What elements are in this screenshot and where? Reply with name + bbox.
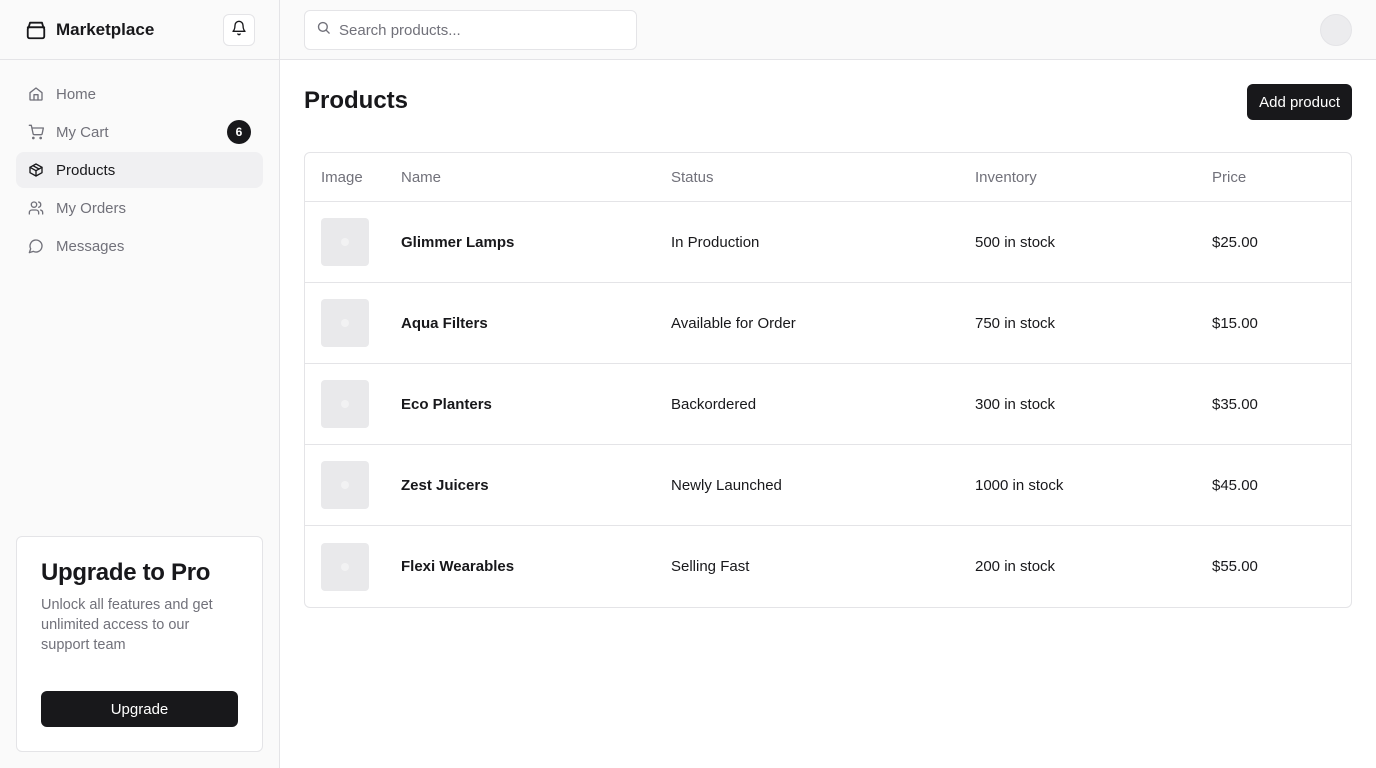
product-status: Selling Fast <box>671 558 750 575</box>
product-price: $55.00 <box>1212 558 1258 575</box>
image-placeholder-icon <box>341 319 349 327</box>
product-status: Backordered <box>671 395 757 413</box>
sidebar-item-home[interactable]: Home <box>16 76 263 112</box>
sidebar-item-label: Messages <box>56 237 125 255</box>
search-input[interactable] <box>339 21 619 39</box>
page-title: Products <box>304 87 409 114</box>
notifications-button[interactable] <box>223 14 255 46</box>
upgrade-button[interactable]: Upgrade <box>41 691 238 727</box>
package-icon <box>25 19 47 41</box>
image-placeholder-icon <box>341 238 349 246</box>
product-name: Flexi Wearables <box>401 558 515 575</box>
sidebar-item-label: Products <box>56 161 116 179</box>
add-product-button[interactable]: Add product <box>1247 84 1352 120</box>
product-inventory: 750 in stock <box>975 314 1056 332</box>
sidebar-item-products[interactable]: Products <box>16 152 263 188</box>
table-row[interactable]: Aqua Filters Available for Order 750 in … <box>305 283 1351 364</box>
brand-bar: Marketplace <box>0 0 279 60</box>
product-status: In Production <box>671 233 760 251</box>
upgrade-description: Unlock all features and get unlimited ac… <box>41 597 213 653</box>
column-header-status: Status <box>671 168 714 186</box>
bell-icon <box>231 20 247 41</box>
table-header: Image Name Status Inventory Price <box>305 153 1351 202</box>
product-name: Zest Juicers <box>401 476 489 494</box>
products-table: Image Name Status Inventory Price Glimme… <box>304 152 1352 608</box>
product-image <box>321 299 369 347</box>
sidebar-item-my-cart[interactable]: My Cart 6 <box>16 114 263 150</box>
product-status: Available for Order <box>671 314 796 332</box>
product-price: $15.00 <box>1212 314 1258 332</box>
column-header-name: Name <box>401 168 442 186</box>
column-header-image: Image <box>321 168 363 186</box>
product-image <box>321 542 369 591</box>
sidebar-item-messages[interactable]: Messages <box>16 228 263 264</box>
sidebar-nav: Home My Cart 6 Products My Orders Messag… <box>0 60 279 264</box>
search-box[interactable] <box>304 10 637 50</box>
users-icon <box>28 200 44 216</box>
sidebar-item-my-orders[interactable]: My Orders <box>16 190 263 226</box>
product-inventory: 300 in stock <box>975 395 1056 413</box>
table-row[interactable]: Glimmer Lamps In Production 500 in stock… <box>305 202 1351 283</box>
sidebar-item-label: My Orders <box>56 199 127 217</box>
upgrade-title: Upgrade to Pro <box>41 559 211 586</box>
product-inventory: 1000 in stock <box>975 476 1064 494</box>
box-icon <box>28 162 44 178</box>
upgrade-card: Upgrade to Pro Unlock all features and g… <box>16 536 263 752</box>
product-status: Newly Launched <box>671 476 782 494</box>
brand-name[interactable]: Marketplace <box>56 20 154 40</box>
avatar[interactable] <box>1320 14 1352 46</box>
product-name: Eco Planters <box>401 395 492 413</box>
product-name: Aqua Filters <box>401 314 488 332</box>
table-row[interactable]: Eco Planters Backordered 300 in stock $3… <box>305 364 1351 445</box>
product-price: $25.00 <box>1212 233 1258 251</box>
cart-icon <box>28 124 44 140</box>
home-icon <box>28 86 44 102</box>
message-icon <box>28 238 44 254</box>
main-content: Products Add product Image Name Status I… <box>280 60 1376 768</box>
product-image <box>321 380 369 428</box>
search-icon <box>316 20 331 40</box>
product-image <box>321 218 369 266</box>
product-inventory: 500 in stock <box>975 233 1056 251</box>
column-header-inventory: Inventory <box>975 168 1037 186</box>
column-header-price: Price <box>1212 168 1247 186</box>
image-placeholder-icon <box>341 400 349 408</box>
image-placeholder-icon <box>341 562 349 571</box>
product-inventory: 200 in stock <box>975 558 1056 575</box>
product-name: Glimmer Lamps <box>401 233 515 251</box>
image-placeholder-icon <box>341 481 349 489</box>
top-bar <box>280 0 1376 60</box>
table-row[interactable]: Flexi Wearables Selling Fast 200 in stoc… <box>305 526 1351 607</box>
product-price: $35.00 <box>1212 395 1258 413</box>
sidebar-item-label: Home <box>56 85 97 103</box>
sidebar: Marketplace Home My Cart 6 Products My O… <box>0 0 280 768</box>
table-row[interactable]: Zest Juicers Newly Launched 1000 in stoc… <box>305 445 1351 526</box>
product-image <box>321 461 369 509</box>
product-price: $45.00 <box>1212 476 1258 494</box>
cart-count-badge: 6 <box>227 120 251 144</box>
sidebar-item-label: My Cart <box>56 123 109 141</box>
